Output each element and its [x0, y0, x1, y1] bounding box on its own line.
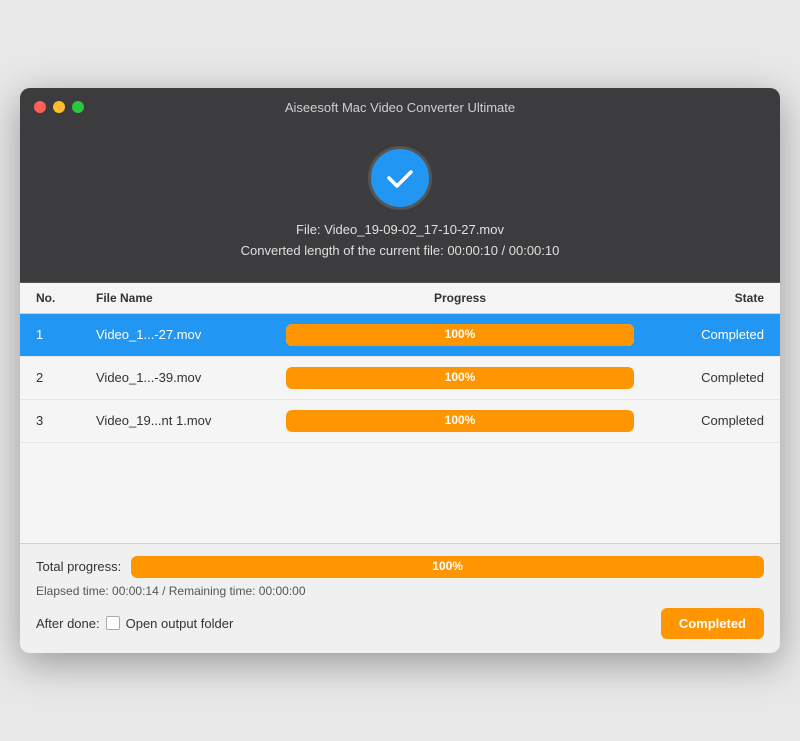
row-state: Completed [644, 327, 764, 342]
maximize-button[interactable] [72, 101, 84, 113]
table-row[interactable]: 1 Video_1...-27.mov 100% Completed [20, 314, 780, 357]
header-section: File: Video_19-09-02_17-10-27.mov Conver… [20, 126, 780, 283]
row-filename: Video_19...nt 1.mov [96, 413, 276, 428]
table-row[interactable]: 2 Video_1...-39.mov 100% Completed [20, 357, 780, 400]
close-button[interactable] [34, 101, 46, 113]
footer-section: Total progress: 100% Elapsed time: 00:00… [20, 543, 780, 653]
col-header-filename: File Name [96, 291, 276, 305]
total-progress-row: Total progress: 100% [36, 556, 764, 578]
main-window: Aiseesoft Mac Video Converter Ultimate F… [20, 88, 780, 653]
elapsed-time: Elapsed time: 00:00:14 / Remaining time:… [36, 584, 764, 598]
window-title: Aiseesoft Mac Video Converter Ultimate [285, 100, 515, 115]
total-progress-label: Total progress: [36, 559, 121, 574]
row-progress: 100% [276, 410, 644, 432]
progress-label: 100% [445, 413, 476, 427]
row-no: 3 [36, 413, 96, 428]
open-folder-checkbox[interactable] [106, 616, 120, 630]
col-header-state: State [644, 291, 764, 305]
row-no: 1 [36, 327, 96, 342]
table-section: No. File Name Progress State 1 Video_1..… [20, 283, 780, 543]
title-bar: Aiseesoft Mac Video Converter Ultimate [20, 88, 780, 126]
table-row[interactable]: 3 Video_19...nt 1.mov 100% Completed [20, 400, 780, 443]
file-info-line1: File: Video_19-09-02_17-10-27.mov [241, 220, 560, 241]
progress-label: 100% [445, 370, 476, 384]
row-no: 2 [36, 370, 96, 385]
minimize-button[interactable] [53, 101, 65, 113]
row-filename: Video_1...-27.mov [96, 327, 276, 342]
total-progress-bar: 100% [131, 556, 764, 578]
completion-icon [368, 146, 432, 210]
completed-button[interactable]: Completed [661, 608, 764, 639]
after-done-label: After done: [36, 616, 100, 631]
progress-label: 100% [445, 327, 476, 341]
table-header: No. File Name Progress State [20, 283, 780, 314]
row-progress: 100% [276, 367, 644, 389]
file-info: File: Video_19-09-02_17-10-27.mov Conver… [241, 220, 560, 262]
row-state: Completed [644, 370, 764, 385]
col-header-progress: Progress [276, 291, 644, 305]
after-done-row: After done: Open output folder Completed [36, 608, 764, 639]
row-state: Completed [644, 413, 764, 428]
total-progress-text: 100% [432, 559, 463, 573]
file-info-line2: Converted length of the current file: 00… [241, 241, 560, 262]
col-header-no: No. [36, 291, 96, 305]
empty-area [20, 443, 780, 543]
after-done-left: After done: Open output folder [36, 616, 233, 631]
traffic-lights [34, 101, 84, 113]
open-folder-label: Open output folder [126, 616, 234, 631]
row-progress: 100% [276, 324, 644, 346]
row-filename: Video_1...-39.mov [96, 370, 276, 385]
